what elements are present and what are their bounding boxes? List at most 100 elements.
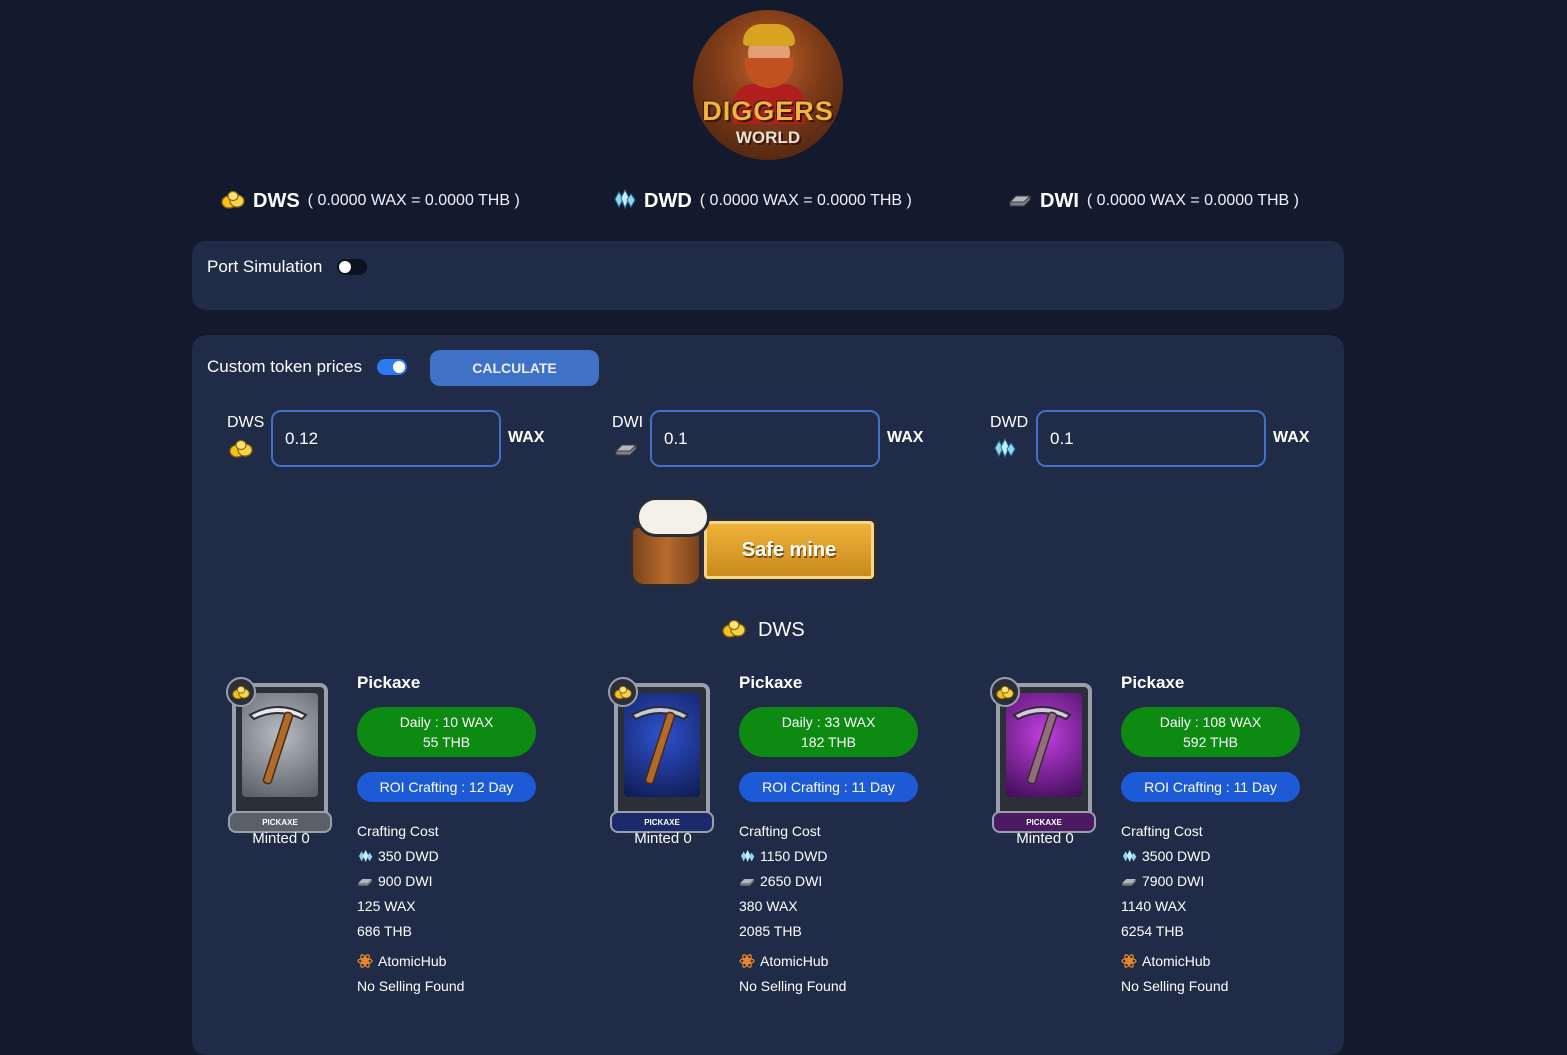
beer-foam-icon	[636, 497, 710, 537]
pickaxe-nft-image[interactable]: PICKAXE	[608, 677, 714, 833]
section-title-text: DWS	[758, 619, 805, 641]
logo-text-diggers: DIGGERS	[702, 96, 834, 126]
diggers-world-logo: DIGGERS WORLD	[693, 10, 843, 160]
pickaxe-card-rare: PICKAXE Minted 0 Pickaxe Daily : 33 WAX …	[574, 673, 944, 1003]
cost-thb: 686 THB	[357, 922, 412, 939]
cost-dwi: 900 DWI	[378, 872, 433, 889]
daily-wax: Daily : 10 WAX	[399, 714, 494, 730]
selling-status: No Selling Found	[739, 977, 847, 994]
pickaxe-card-common: PICKAXE Minted 0 Pickaxe Daily : 10 WAX …	[192, 673, 562, 1003]
selling-status: No Selling Found	[357, 977, 465, 994]
daily-earnings-badge: Daily : 108 WAX 592 THB	[1121, 707, 1300, 757]
token-name: DWD	[644, 189, 692, 212]
price-token-label: DWD	[990, 414, 1029, 431]
port-simulation-panel: Port Simulation	[192, 241, 1344, 310]
crafting-cost-label: Crafting Cost	[739, 822, 821, 839]
atomichub-link[interactable]: AtomicHub	[378, 953, 446, 969]
token-rate-dws: DWS ( 0.0000 WAX = 0.0000 THB )	[221, 186, 520, 216]
iron-ingot-icon	[357, 874, 373, 888]
crafting-cost: Crafting Cost 1150 DWD 2650 DWI 380 WAX …	[739, 818, 846, 998]
cost-dwd: 3500 DWD	[1142, 847, 1211, 864]
diamond-crystal-icon	[357, 849, 373, 863]
dws-price-input[interactable]: 0.12	[271, 410, 501, 467]
nft-plate-text: PICKAXE	[262, 817, 298, 827]
daily-earnings-badge: Daily : 33 WAX 182 THB	[739, 707, 918, 757]
daily-wax: Daily : 33 WAX	[781, 714, 876, 730]
roi-crafting-badge: ROI Crafting : 11 Day	[1121, 772, 1300, 802]
logo-text-world: WORLD	[735, 128, 801, 147]
roi-crafting-badge: ROI Crafting : 11 Day	[739, 772, 918, 802]
diamond-crystal-icon	[612, 188, 636, 214]
custom-token-prices-label: Custom token prices	[207, 357, 362, 376]
card-title: Pickaxe	[739, 673, 803, 692]
token-name: DWI	[1040, 189, 1079, 212]
safe-mine-button[interactable]: Safe mine	[620, 497, 882, 592]
atomichub-icon	[1121, 953, 1137, 969]
iron-ingot-icon	[739, 874, 755, 888]
cost-wax: 380 WAX	[739, 897, 798, 914]
minted-count: Minted 0	[634, 830, 692, 847]
minted-count: Minted 0	[252, 830, 310, 847]
cost-wax: 125 WAX	[357, 897, 416, 914]
gold-nugget-icon	[229, 438, 253, 463]
section-title: DWS	[722, 618, 805, 643]
minted-count: Minted 0	[1016, 830, 1074, 847]
gold-nugget-icon	[990, 677, 1020, 707]
atomichub-link[interactable]: AtomicHub	[760, 953, 828, 969]
port-simulation-label: Port Simulation	[207, 257, 323, 276]
atomichub-link[interactable]: AtomicHub	[1142, 953, 1210, 969]
token-rate-dwi: DWI ( 0.0000 WAX = 0.0000 THB )	[1008, 186, 1299, 216]
price-group-dwd: DWD 0.1 WAX	[990, 410, 1320, 467]
price-unit: WAX	[1273, 429, 1310, 446]
atomichub-icon	[357, 953, 373, 969]
nft-plate-text: PICKAXE	[644, 817, 680, 827]
cost-dwi: 7900 DWI	[1142, 872, 1205, 889]
selling-status: No Selling Found	[1121, 977, 1229, 994]
price-group-dws: DWS 0.12 WAX	[227, 410, 557, 467]
iron-ingot-icon	[1121, 874, 1137, 888]
daily-thb: 592 THB	[1183, 734, 1238, 750]
roi-crafting-badge: ROI Crafting : 12 Day	[357, 772, 536, 802]
card-title: Pickaxe	[357, 673, 421, 692]
daily-thb: 55 THB	[422, 734, 471, 750]
price-token-label: DWS	[227, 414, 265, 431]
price-group-dwi: DWI 0.1 WAX	[612, 410, 942, 467]
crafting-cost-label: Crafting Cost	[1121, 822, 1203, 839]
token-name: DWS	[253, 189, 300, 212]
dwi-price-input[interactable]: 0.1	[650, 410, 880, 467]
pickaxe-nft-image[interactable]: PICKAXE	[990, 677, 1096, 833]
diamond-crystal-icon	[739, 849, 755, 863]
calculator-panel: Custom token prices CALCULATE DWS 0.12 W…	[192, 335, 1344, 1055]
cost-thb: 2085 THB	[739, 922, 802, 939]
price-token-label: DWI	[612, 414, 644, 431]
nft-plate-text: PICKAXE	[1026, 817, 1062, 827]
card-title: Pickaxe	[1121, 673, 1185, 692]
cost-wax: 1140 WAX	[1121, 897, 1187, 914]
token-rate-dwd: DWD ( 0.0000 WAX = 0.0000 THB )	[612, 186, 912, 216]
pickaxe-card-epic: PICKAXE Minted 0 Pickaxe Daily : 108 WAX…	[956, 673, 1326, 1003]
token-rate: ( 0.0000 WAX = 0.0000 THB )	[699, 192, 912, 209]
gold-nugget-icon	[722, 618, 746, 643]
custom-token-prices-toggle[interactable]	[376, 359, 407, 375]
crafting-cost: Crafting Cost 3500 DWD 7900 DWI 1140 WAX…	[1121, 818, 1228, 998]
daily-wax: Daily : 108 WAX	[1159, 714, 1262, 730]
daily-earnings-badge: Daily : 10 WAX 55 THB	[357, 707, 536, 757]
token-rate: ( 0.0000 WAX = 0.0000 THB )	[307, 192, 520, 209]
gold-nugget-icon	[608, 677, 638, 707]
cost-thb: 6254 THB	[1121, 922, 1184, 939]
atomichub-icon	[739, 953, 755, 969]
dwd-price-input[interactable]: 0.1	[1036, 410, 1266, 467]
daily-thb: 182 THB	[801, 734, 856, 750]
pickaxe-nft-image[interactable]: PICKAXE	[226, 677, 332, 833]
port-simulation-toggle[interactable]	[337, 259, 368, 275]
calculate-button[interactable]: CALCULATE	[430, 350, 599, 386]
token-rates: DWS ( 0.0000 WAX = 0.0000 THB ) DWD ( 0.…	[0, 186, 1567, 216]
crafting-cost-label: Crafting Cost	[357, 822, 439, 839]
gold-nugget-icon	[221, 189, 245, 214]
diamond-crystal-icon	[992, 437, 1016, 463]
price-unit: WAX	[508, 429, 545, 446]
token-rate: ( 0.0000 WAX = 0.0000 THB )	[1086, 192, 1299, 209]
price-unit: WAX	[887, 429, 924, 446]
crafting-cost: Crafting Cost 350 DWD 900 DWI 125 WAX 68…	[357, 818, 464, 998]
cost-dwi: 2650 DWI	[760, 872, 823, 889]
